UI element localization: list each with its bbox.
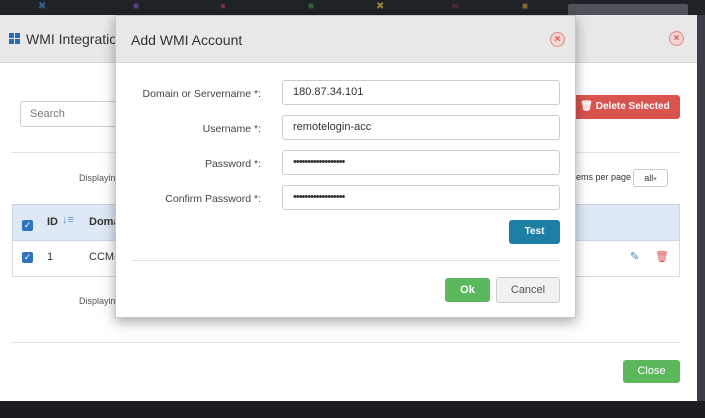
record-icon[interactable]: ● — [220, 1, 226, 13]
domain-input[interactable]: 180.87.34.101 — [282, 80, 560, 105]
chevron-down-icon: ▾ — [653, 176, 657, 183]
footer-divider — [11, 342, 680, 343]
sort-icon[interactable]: ↓≡ — [62, 214, 74, 226]
confirm-password-input[interactable]: •••••••••••••••••• — [282, 185, 560, 210]
displaying-info-bottom: Displayin — [79, 296, 116, 306]
add-wmi-account-dialog: Add WMI Account × Domain or Servername *… — [115, 15, 576, 318]
delete-selected-label: Delete Selected — [595, 101, 670, 112]
link-icon[interactable]: ∞ — [452, 1, 459, 13]
test-button[interactable]: Test — [509, 220, 560, 244]
confirm-password-label: Confirm Password *: — [165, 193, 261, 205]
cancel-button[interactable]: Cancel — [496, 277, 560, 303]
page-scroll-strip — [697, 15, 705, 401]
username-input[interactable]: remotelogin-acc — [282, 115, 560, 140]
displaying-info-top: Displayin — [79, 173, 116, 183]
close-button[interactable]: Close — [623, 360, 680, 383]
app-topbar: ✖ ■ ● ■ ✖ ∞ ■ — [0, 0, 705, 15]
select-all-checkbox[interactable]: ✓ — [22, 220, 33, 231]
edit-icon[interactable]: ✎ — [630, 250, 639, 263]
password-label: Password *: — [204, 158, 261, 170]
row-id: 1 — [47, 251, 54, 263]
domain-label: Domain or Servername *: — [142, 88, 261, 100]
add-wmi-account-header: Add WMI Account × — [116, 16, 575, 63]
page-footer-strip — [0, 401, 705, 418]
delete-selected-button[interactable]: 🗑 Delete Selected — [570, 95, 680, 119]
close-icon[interactable]: × — [669, 31, 684, 46]
doc-icon[interactable]: ■ — [522, 1, 528, 13]
items-per-page-select[interactable]: all▾ — [633, 169, 668, 187]
row-checkbox[interactable]: ✓ — [22, 252, 33, 263]
close-icon[interactable]: × — [550, 32, 565, 47]
cross-icon[interactable]: ✖ — [376, 1, 384, 13]
wmi-integration-title: WMI Integratio — [26, 31, 118, 47]
modal-title: Add WMI Account — [131, 32, 243, 48]
square-icon[interactable]: ■ — [133, 1, 139, 13]
trash-icon: 🗑 — [580, 101, 593, 112]
password-input[interactable]: •••••••••••••••••• — [282, 150, 560, 175]
search-input[interactable]: Search — [20, 101, 130, 127]
x-icon[interactable]: ✖ — [38, 1, 46, 13]
windows-icon — [9, 33, 21, 45]
row-domain: CCM- — [89, 251, 118, 263]
id-column-header[interactable]: ID — [47, 216, 58, 228]
username-label: Username *: — [202, 123, 261, 135]
topbar-search-box[interactable] — [568, 4, 688, 15]
trash-icon[interactable]: 🗑 — [655, 250, 669, 263]
items-per-page-label: ems per page — [576, 172, 632, 182]
ok-button[interactable]: Ok — [445, 278, 490, 302]
box-icon[interactable]: ■ — [308, 1, 314, 13]
modal-divider — [131, 260, 560, 261]
